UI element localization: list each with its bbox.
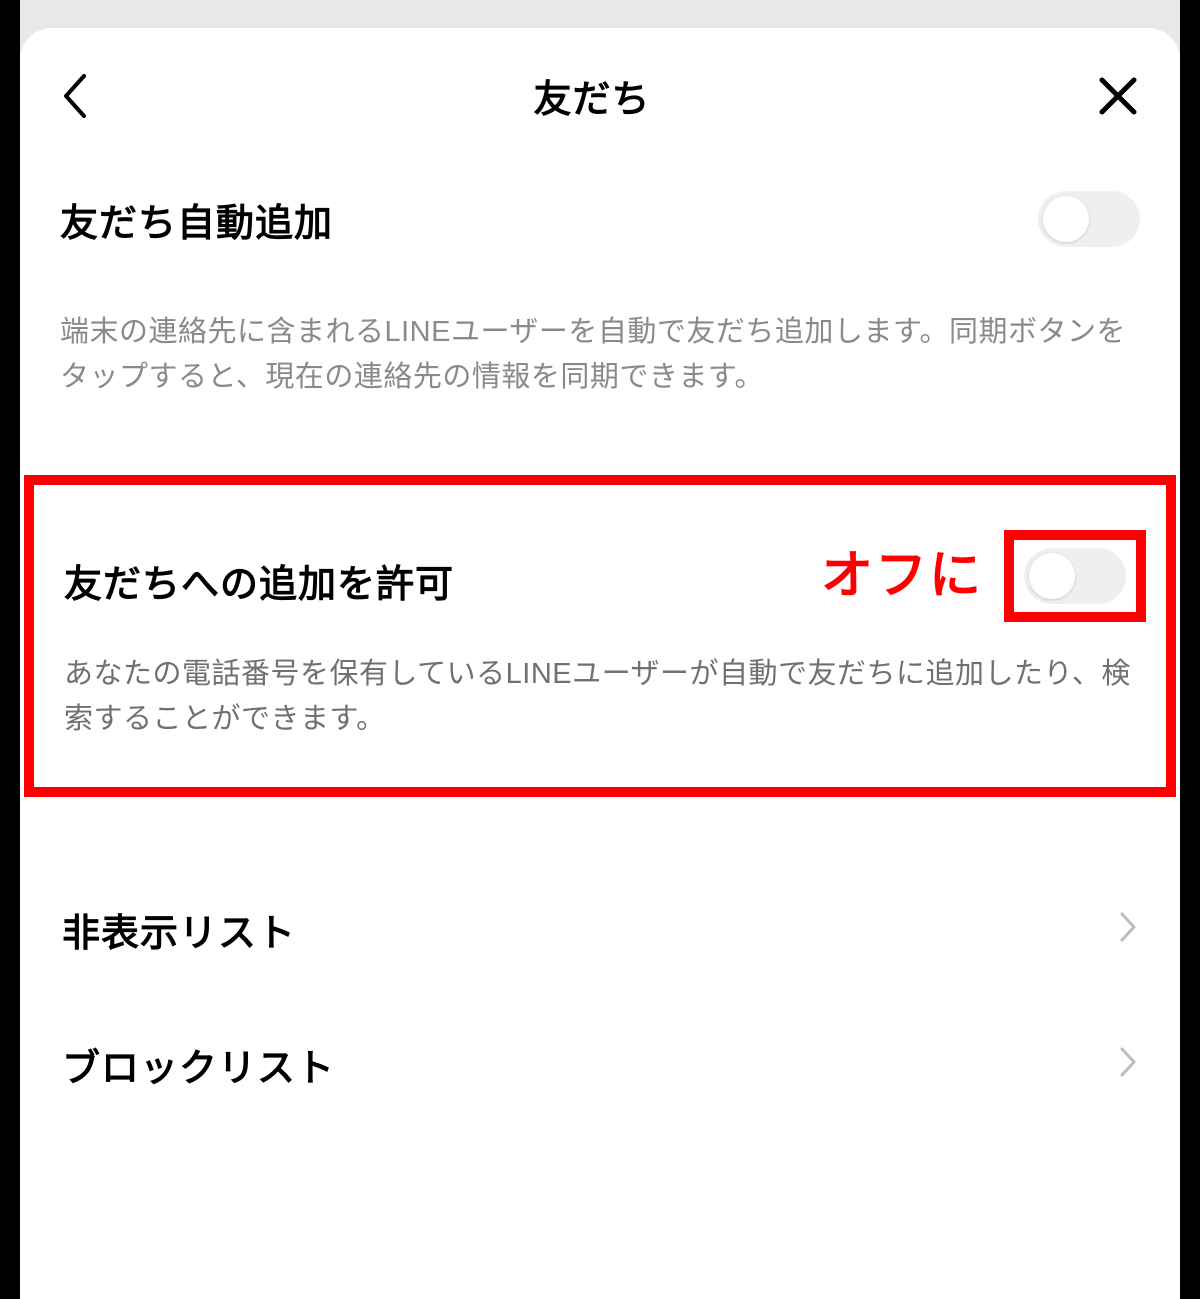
- spacer: [20, 420, 1180, 475]
- setting-auto-add: 友だち自動追加: [20, 153, 1180, 265]
- page-title: 友だち: [533, 68, 650, 123]
- header: 友だち: [20, 28, 1180, 153]
- setting-allow-add-description: あなたの電話番号を保有しているLINEユーザーが自動で友だちに追加したり、検索す…: [34, 632, 1166, 752]
- toggle-allow-add[interactable]: [1024, 548, 1126, 604]
- device-frame: 友だち 友だち自動追加 端末の連絡先に含まれるLINEユーザーを自動で友だち追加…: [20, 0, 1180, 1299]
- block-list-label: ブロックリスト: [62, 1037, 335, 1092]
- toggle-knob: [1043, 196, 1089, 242]
- setting-auto-add-description: 端末の連絡先に含まれるLINEユーザーを自動で友だち追加します。同期ボタンをタッ…: [20, 265, 1180, 420]
- back-icon[interactable]: [60, 72, 88, 120]
- chevron-right-icon: [1118, 910, 1138, 949]
- settings-screen: 友だち 友だち自動追加 端末の連絡先に含まれるLINEユーザーを自動で友だち追加…: [20, 28, 1180, 1299]
- chevron-right-icon: [1118, 1045, 1138, 1084]
- setting-allow-add: 友だちへの追加を許可 オフに: [34, 485, 1166, 632]
- list-item-hidden[interactable]: 非表示リスト: [20, 862, 1180, 997]
- list-item-block[interactable]: ブロックリスト: [20, 997, 1180, 1132]
- list-section: 非表示リスト ブロックリスト: [20, 797, 1180, 1132]
- annotation-off-label: オフに: [821, 533, 983, 608]
- hidden-list-label: 非表示リスト: [62, 902, 296, 957]
- setting-auto-add-label: 友だち自動追加: [60, 192, 333, 247]
- close-icon[interactable]: [1096, 74, 1140, 118]
- toggle-knob: [1029, 553, 1075, 599]
- toggle-highlight-box: [1004, 530, 1146, 622]
- highlighted-section: 友だちへの追加を許可 オフに あなたの電話番号を保有しているLINEユーザーが自…: [24, 475, 1176, 797]
- toggle-auto-add[interactable]: [1038, 191, 1140, 247]
- setting-allow-add-label: 友だちへの追加を許可: [64, 553, 454, 608]
